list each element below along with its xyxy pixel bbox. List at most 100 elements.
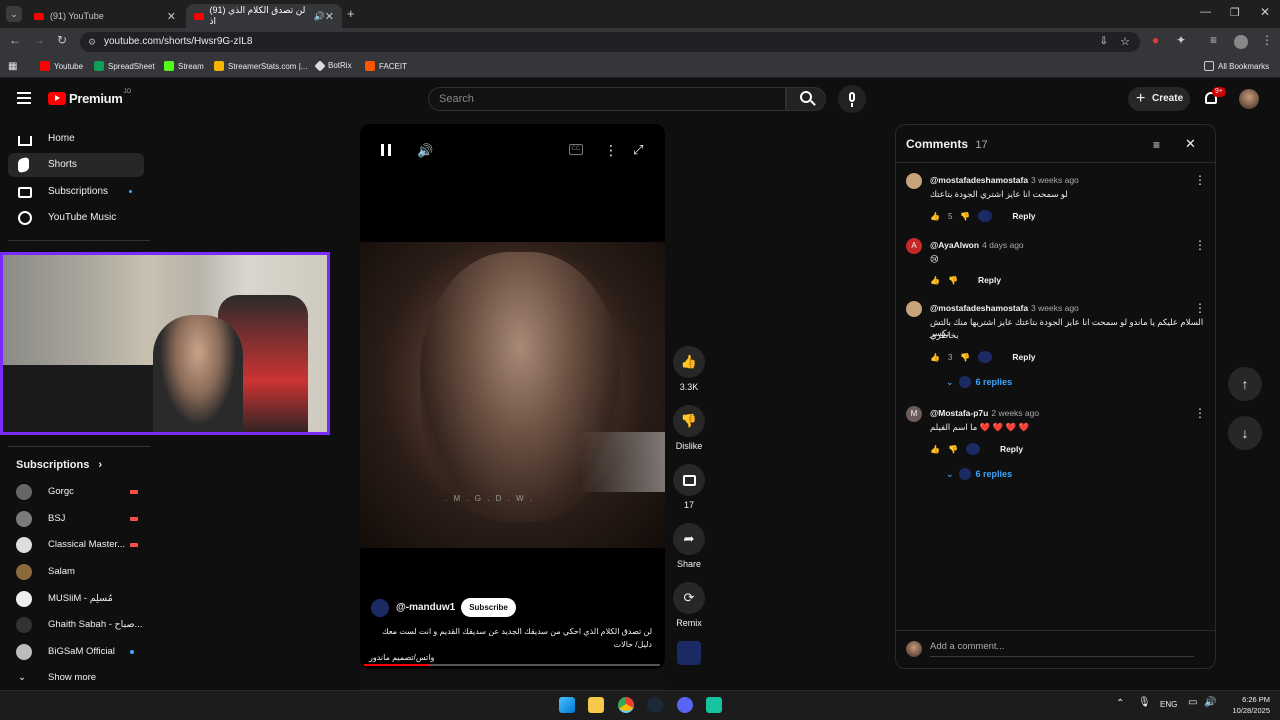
install-icon[interactable]: ⇩ [1100,32,1108,52]
comment-more-icon[interactable]: ⋮ [1194,301,1206,315]
comment-author[interactable]: @Mostafa-p7u [930,408,988,418]
restore-icon[interactable]: ❐ [1230,6,1240,19]
sidebar-item-subscriptions[interactable]: Subscriptions [8,180,144,204]
bookmark-youtube[interactable]: Youtube [40,61,83,71]
next-short-button[interactable]: ↓ [1228,416,1262,450]
close-tab-icon[interactable]: ✕ [325,10,334,23]
subscriptions-heading[interactable]: Subscriptions › [16,459,102,471]
like-icon[interactable]: 👍 [930,276,940,285]
commenter-avatar[interactable] [906,173,922,189]
like-icon[interactable]: 👍 [930,212,940,221]
chrome-icon[interactable] [618,697,634,713]
reload-icon[interactable]: ↻ [57,33,67,47]
language-indicator[interactable]: ENG [1160,700,1177,709]
commenter-avatar[interactable]: A [906,238,922,254]
comment-more-icon[interactable]: ⋮ [1194,238,1206,252]
steam-icon[interactable] [647,697,663,713]
profile-avatar-icon[interactable] [1234,35,1248,49]
close-tab-icon[interactable]: ✕ [167,10,176,23]
browser-menu-icon[interactable]: ⋮ [1261,33,1273,47]
back-icon[interactable]: ← [9,33,21,47]
dislike-icon[interactable]: 👎 [960,212,970,221]
reply-button[interactable]: Reply [1012,352,1035,362]
file-explorer-icon[interactable] [588,697,604,713]
comment-more-icon[interactable]: ⋮ [1194,173,1206,187]
bookmark-star-icon[interactable]: ☆ [1120,32,1130,52]
bookmark-faceit[interactable]: FACEIT [365,61,407,71]
hamburger-menu-icon[interactable] [17,92,31,104]
media-control-icon[interactable]: ≡ [1210,33,1217,47]
shorts-player[interactable]: 🔊 CC ⋮ ⤢ . M . G . D . W . @-manduw1 Sub… [360,124,665,669]
comment-time[interactable]: 4 days ago [982,240,1024,250]
bookmark-stream[interactable]: Stream [164,61,204,71]
browser-tab-active[interactable]: (91) لن تصدق الكلام الذي اذ 🔊 ✕ [186,4,342,28]
tray-chevron-up-icon[interactable]: ⌃ [1116,698,1124,709]
subscription-channel[interactable]: Gorgc [16,482,146,502]
previous-short-button[interactable]: ↑ [1228,367,1262,401]
sort-icon[interactable]: ≡ [1153,138,1160,152]
volume-icon[interactable]: 🔊 [417,143,433,159]
close-window-icon[interactable]: ✕ [1260,5,1270,19]
network-icon[interactable]: ▭ [1188,697,1197,708]
like-icon[interactable]: 👍 [930,353,940,362]
minimize-icon[interactable]: — [1200,6,1211,18]
pause-icon[interactable] [381,144,391,156]
dislike-icon[interactable]: 👎 [948,445,958,454]
like-button[interactable]: 👍 3.3K [672,346,706,392]
view-replies-button[interactable]: ⌄ 6 replies [946,376,1012,388]
tray-volume-icon[interactable]: 🔊 [1204,697,1216,708]
subscription-channel[interactable]: Ghaith Sabah - صباح... [16,615,146,635]
sidebar-item-home[interactable]: Home [8,127,144,151]
tab-search-button[interactable]: ⌄ [6,6,22,22]
like-icon[interactable]: 👍 [930,445,940,454]
comment-author[interactable]: @mostafadeshamostafa [930,303,1028,313]
create-button[interactable]: + Create [1128,87,1190,111]
commenter-avatar[interactable]: M [906,406,922,422]
apps-grid-icon[interactable]: ▦ [8,61,17,72]
notifications-button[interactable]: 9+ [1204,87,1226,106]
tray-mic-icon[interactable]: 🎙 [1138,697,1151,708]
comment-time[interactable]: 3 weeks ago [1031,303,1079,313]
speaker-icon[interactable]: 🔊 [314,11,325,22]
dislike-icon[interactable]: 👎 [960,353,970,362]
bookmark-streamerstats[interactable]: StreamerStats.com |... [214,61,307,71]
view-replies-button[interactable]: ⌄ 6 replies [946,468,1012,480]
subscription-channel[interactable]: Salam [16,562,146,582]
clock[interactable]: 6:26 PM 10/28/2025 [1224,694,1270,716]
dislike-button[interactable]: 👎 Dislike [672,405,706,451]
windows-start-icon[interactable] [559,697,575,713]
extensions-puzzle-icon[interactable]: ✦ [1176,33,1186,47]
subscription-channel[interactable]: BiGSaM Official [16,642,146,662]
close-icon[interactable]: ✕ [1185,136,1196,152]
reply-button[interactable]: Reply [978,275,1001,285]
share-button[interactable]: ➦ Share [672,523,706,569]
subscription-channel[interactable]: BSJ [16,509,146,529]
subscription-channel[interactable]: MUSliM - مُسلِم [16,589,146,609]
comment-author[interactable]: @AyaAlwon [930,240,979,250]
site-info-icon[interactable]: ⚙ [88,32,96,52]
remix-button[interactable]: ⟳ Remix [672,582,706,628]
channel-handle[interactable]: @-manduw1 [396,602,455,613]
forward-icon[interactable]: → [33,33,45,47]
subscription-channel[interactable]: Classical Master... [16,535,146,555]
discord-icon[interactable] [677,697,693,713]
bookmark-botrix[interactable]: BotRix [314,59,352,72]
comment-time[interactable]: 3 weeks ago [1031,175,1079,185]
more-options-icon[interactable]: ⋮ [604,142,618,159]
channel-avatar[interactable] [371,598,389,617]
reply-button[interactable]: Reply [1000,444,1023,454]
commenter-avatar[interactable] [906,301,922,317]
all-bookmarks[interactable]: All Bookmarks [1204,61,1269,71]
app-icon[interactable] [706,697,722,713]
search-button[interactable] [786,87,826,111]
show-more-button[interactable]: ⌄ Show more [16,668,146,688]
comment-author[interactable]: @mostafadeshamostafa [930,175,1028,185]
bookmark-spreadsheet[interactable]: SpreadSheet [94,61,155,71]
browser-tab-youtube[interactable]: (91) YouTube ✕ [26,4,184,28]
sound-thumbnail[interactable] [672,641,706,665]
subscribe-button[interactable]: Subscribe [461,598,516,617]
youtube-premium-logo[interactable]: Premium JO [48,89,131,106]
account-avatar[interactable] [1239,89,1259,109]
sidebar-item-youtube-music[interactable]: YouTube Music [8,206,144,230]
fullscreen-icon[interactable]: ⤢ [633,142,643,158]
